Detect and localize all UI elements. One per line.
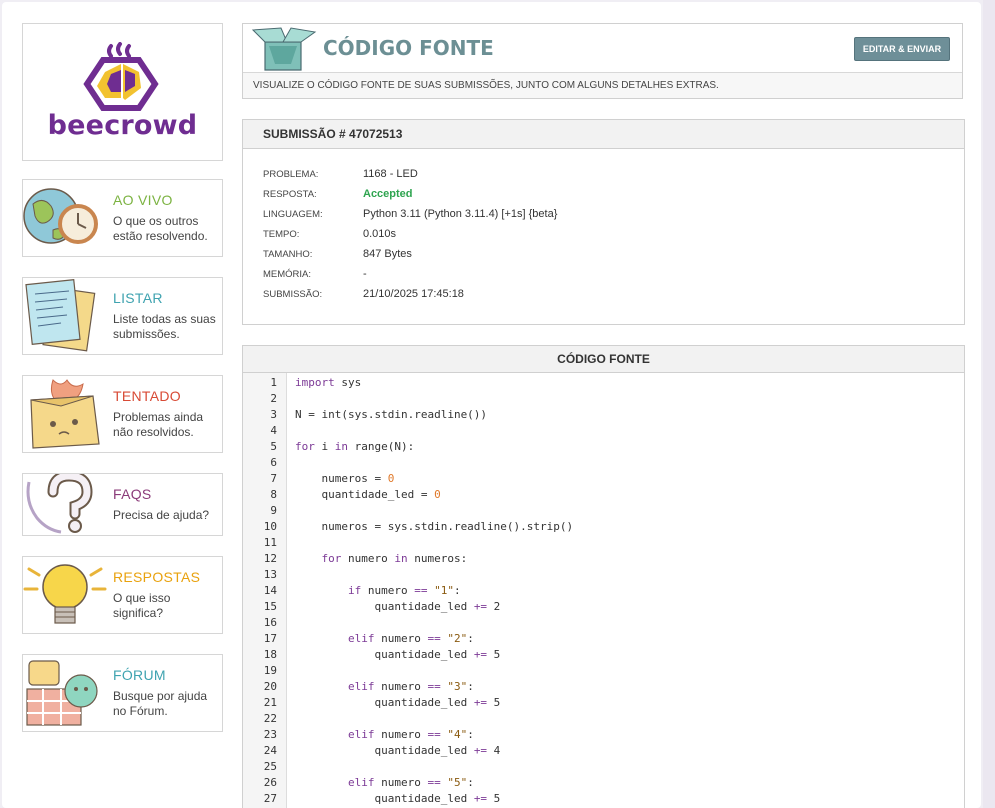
detail-value: 0.010s xyxy=(363,228,397,240)
line-number: 5 xyxy=(270,440,277,453)
logo-box[interactable]: beecrowd xyxy=(22,23,223,161)
header-top: CÓDIGO FONTE EDITAR & ENVIAR xyxy=(243,24,962,73)
detail-value: Python 3.11 (Python 3.11.4) [+1s] {beta} xyxy=(363,208,558,220)
line-number: 16 xyxy=(263,616,277,629)
line-number: 12 xyxy=(263,552,277,565)
detail-label: TAMANHO: xyxy=(263,249,313,260)
line-number: 1 xyxy=(270,376,277,389)
line-number: 15 xyxy=(263,600,277,613)
line-number: 7 xyxy=(270,472,277,485)
line-number: 21 xyxy=(263,696,277,709)
line-number: 19 xyxy=(263,664,277,677)
line-number: 25 xyxy=(263,760,277,773)
nav-title: FÓRUM xyxy=(113,667,166,683)
nav-forum[interactable]: FÓRUM Busque por ajuda no Fórum. xyxy=(22,654,223,732)
detail-label: TEMPO: xyxy=(263,229,300,240)
papers-list-icon xyxy=(25,278,96,352)
code-line: quantidade_led += 4 xyxy=(295,744,501,757)
globe-clock-icon xyxy=(23,188,98,244)
brand-name: beecrowd xyxy=(47,110,198,141)
line-number: 22 xyxy=(263,712,277,725)
nav-title: TENTADO xyxy=(113,388,181,404)
page-title: CÓDIGO FONTE xyxy=(323,36,494,60)
scrollbar[interactable] xyxy=(983,0,995,808)
nav-desc: Problemas ainda não resolvidos. xyxy=(113,410,204,439)
nav-desc: O que isso significa? xyxy=(113,591,171,620)
nav-faqs[interactable]: FAQS Precisa de ajuda? xyxy=(22,473,223,536)
code-line: if numero == "1": xyxy=(347,584,461,597)
line-number: 3 xyxy=(270,408,277,421)
code-line: quantidade_led += 5 xyxy=(295,648,501,661)
line-number: 18 xyxy=(263,648,277,661)
detail-label: MEMÓRIA: xyxy=(263,269,312,280)
nav-respostas[interactable]: RESPOSTAS O que isso significa? xyxy=(22,556,223,634)
submission-details: SUBMISSÃO # 47072513 PROBLEMA: 1168 - LE… xyxy=(242,119,965,325)
nav-desc: Busque por ajuda no Fórum. xyxy=(113,689,208,718)
page: beecrowd AO VIVO O que os outros estão r… xyxy=(2,2,981,808)
line-number: 23 xyxy=(263,728,277,741)
burning-box-icon xyxy=(30,379,100,449)
detail-label: RESPOSTA: xyxy=(263,189,317,200)
nav-title: FAQS xyxy=(113,486,152,502)
detail-label: LINGUAGEM: xyxy=(263,209,323,220)
line-number: 20 xyxy=(263,680,277,693)
submission-heading: SUBMISSÃO # 47072513 xyxy=(243,120,964,149)
nav-listar[interactable]: LISTAR Liste todas as suas submissões. xyxy=(22,277,223,355)
detail-label: SUBMISSÃO: xyxy=(263,289,323,300)
nav-tentado[interactable]: TENTADO Problemas ainda não resolvidos. xyxy=(22,375,223,453)
lightbulb-icon xyxy=(23,564,107,624)
nav-title: RESPOSTAS xyxy=(113,569,201,585)
answer-status: Accepted xyxy=(363,188,413,200)
page-header: CÓDIGO FONTE EDITAR & ENVIAR VISUALIZE O… xyxy=(242,23,963,99)
chat-bubbles-icon xyxy=(26,660,98,726)
beecrowd-logo-icon xyxy=(83,42,159,111)
code-line: quantidade_led += 5 xyxy=(295,792,501,805)
code-line: N = int(sys.stdin.readline()) xyxy=(295,408,488,421)
code-line: elif numero == "5": xyxy=(347,776,474,789)
open-box-icon xyxy=(251,27,317,71)
code-line: import sys xyxy=(295,376,362,389)
detail-value: - xyxy=(363,268,367,280)
code-line: quantidade_led += 5 xyxy=(295,696,501,709)
nav-desc: O que os outros estão resolvendo. xyxy=(113,214,208,243)
line-number: 8 xyxy=(270,488,277,501)
code-line: numeros = 0 xyxy=(295,472,395,485)
line-number: 11 xyxy=(263,536,277,549)
code-line: for numero in numeros: xyxy=(321,552,468,565)
line-number: 6 xyxy=(270,456,277,469)
line-number: 27 xyxy=(263,792,277,805)
source-code-panel: CÓDIGO FONTE 1 import sys 2 3 N = int(sys.st… xyxy=(242,345,965,808)
line-number: 14 xyxy=(263,584,277,597)
line-number: 26 xyxy=(263,776,277,789)
code-line: elif numero == "2": xyxy=(347,632,474,645)
page-subtitle: VISUALIZE O CÓDIGO FONTE DE SUAS SUBMISS… xyxy=(253,80,719,91)
question-mark-icon xyxy=(26,474,93,534)
code-line: quantidade_led = 0 xyxy=(295,488,441,501)
line-number: 24 xyxy=(263,744,277,757)
code-line: for i in range(N): xyxy=(295,440,415,453)
nav-ao-vivo[interactable]: AO VIVO O que os outros estão resolvendo… xyxy=(22,179,223,257)
nav-desc: Precisa de ajuda? xyxy=(113,508,210,522)
line-number: 13 xyxy=(263,568,277,581)
edit-submit-button[interactable]: EDITAR & ENVIAR xyxy=(854,37,950,61)
line-number: 10 xyxy=(263,520,277,533)
code-line: elif numero == "4": xyxy=(347,728,474,741)
nav-title: LISTAR xyxy=(113,290,163,306)
detail-label: PROBLEMA: xyxy=(263,169,319,180)
line-number: 4 xyxy=(270,424,277,437)
source-code-heading: CÓDIGO FONTE xyxy=(243,346,964,373)
nav-title: AO VIVO xyxy=(113,192,173,208)
detail-value: 847 Bytes xyxy=(363,248,412,260)
problem-link[interactable]: 1168 - LED xyxy=(363,168,763,180)
code-line: quantidade_led += 2 xyxy=(295,600,501,613)
code-line: elif numero == "3": xyxy=(347,680,474,693)
line-number: 9 xyxy=(270,504,277,517)
line-number: 17 xyxy=(263,632,277,645)
nav-desc: Liste todas as suas submissões. xyxy=(113,312,216,341)
line-number: 2 xyxy=(270,392,277,405)
code-line: numeros = sys.stdin.readline().strip() xyxy=(295,520,574,533)
detail-value: 21/10/2025 17:45:18 xyxy=(363,288,464,300)
